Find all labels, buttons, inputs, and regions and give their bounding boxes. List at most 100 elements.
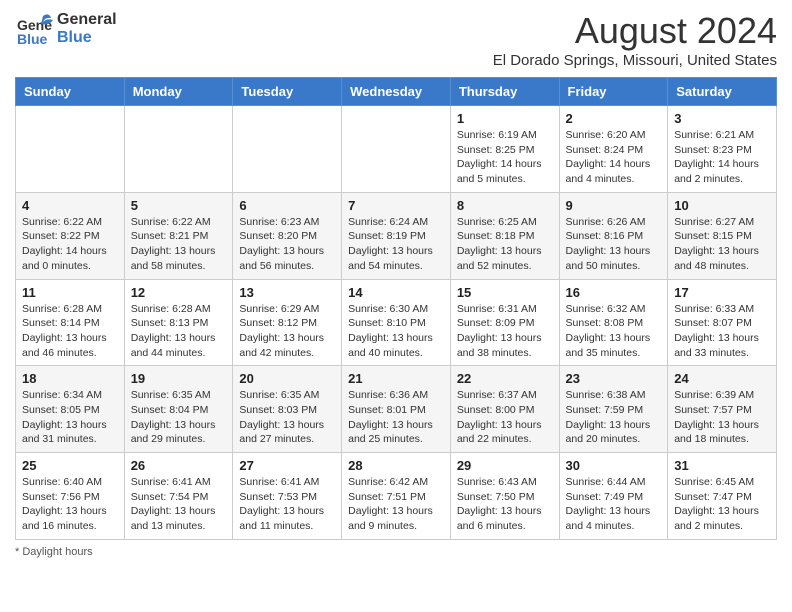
calendar-cell: 25Sunrise: 6:40 AM Sunset: 7:56 PM Dayli…	[16, 453, 125, 540]
day-number: 10	[674, 198, 770, 213]
header: General Blue General Blue August 2024 El…	[15, 10, 777, 69]
calendar-cell: 20 Sunrise: 6:35 AM Sunset: 8:03 PM Dayli…	[233, 366, 342, 453]
calendar-cell	[342, 106, 451, 193]
day-info: Sunrise: 6:45 AM Sunset: 7:47 PM Dayligh…	[674, 475, 770, 534]
calendar-cell: 3 Sunrise: 6:21 AM Sunset: 8:23 PM Daylig…	[668, 106, 777, 193]
calendar-cell: 23 Sunrise: 6:38 AM Sunset: 7:59 PM Dayli…	[559, 366, 668, 453]
day-info: Sunrise: 6:28 AM Sunset: 8:14 PM Dayligh…	[22, 302, 118, 361]
day-info: Sunrise: 6:21 AM Sunset: 8:23 PM Dayligh…	[674, 128, 770, 187]
weekday-header-friday: Friday	[559, 78, 668, 106]
calendar-cell: 16Sunrise: 6:32 AM Sunset: 8:08 PM Dayli…	[559, 279, 668, 366]
calendar-cell: 22 Sunrise: 6:37 AM Sunset: 8:00 PM Dayli…	[450, 366, 559, 453]
calendar-cell: 17Sunrise: 6:33 AM Sunset: 8:07 PM Dayli…	[668, 279, 777, 366]
day-info: Sunrise: 6:33 AM Sunset: 8:07 PM Dayligh…	[674, 302, 770, 361]
day-number: 21	[348, 371, 444, 386]
calendar-cell: 4 Sunrise: 6:22 AM Sunset: 8:22 PM Daylig…	[16, 192, 125, 279]
calendar-cell: 30 Sunrise: 6:44 AM Sunset: 7:49 PM Dayli…	[559, 453, 668, 540]
weekday-header-saturday: Saturday	[668, 78, 777, 106]
calendar-week-row: 18Sunrise: 6:34 AM Sunset: 8:05 PM Dayli…	[16, 366, 777, 453]
day-info: Sunrise: 6:37 AM Sunset: 8:00 PM Dayligh…	[457, 388, 553, 447]
calendar-table: SundayMondayTuesdayWednesdayThursdayFrid…	[15, 77, 777, 540]
day-info: Sunrise: 6:42 AM Sunset: 7:51 PM Dayligh…	[348, 475, 444, 534]
day-info: Sunrise: 6:20 AM Sunset: 8:24 PM Dayligh…	[566, 128, 662, 187]
logo-icon: General Blue	[15, 10, 53, 48]
day-number: 2	[566, 111, 662, 126]
day-number: 23	[566, 371, 662, 386]
calendar-week-row: 11 Sunrise: 6:28 AM Sunset: 8:14 PM Dayli…	[16, 279, 777, 366]
day-number: 9	[566, 198, 662, 213]
day-number: 26	[131, 458, 227, 473]
day-info: Sunrise: 6:44 AM Sunset: 7:49 PM Dayligh…	[566, 475, 662, 534]
title-area: August 2024 El Dorado Springs, Missouri,…	[493, 10, 777, 69]
day-number: 31	[674, 458, 770, 473]
calendar-cell: 19 Sunrise: 6:35 AM Sunset: 8:04 PM Dayli…	[124, 366, 233, 453]
day-number: 19	[131, 371, 227, 386]
day-number: 22	[457, 371, 553, 386]
day-info: Sunrise: 6:25 AM Sunset: 8:18 PM Dayligh…	[457, 215, 553, 274]
calendar-cell: 11 Sunrise: 6:28 AM Sunset: 8:14 PM Dayli…	[16, 279, 125, 366]
day-number: 7	[348, 198, 444, 213]
day-info: Sunrise: 6:24 AM Sunset: 8:19 PM Dayligh…	[348, 215, 444, 274]
day-info: Sunrise: 6:38 AM Sunset: 7:59 PM Dayligh…	[566, 388, 662, 447]
calendar-cell: 15Sunrise: 6:31 AM Sunset: 8:09 PM Dayli…	[450, 279, 559, 366]
logo-text: General Blue	[57, 11, 117, 46]
calendar-week-row: 4 Sunrise: 6:22 AM Sunset: 8:22 PM Daylig…	[16, 192, 777, 279]
day-number: 3	[674, 111, 770, 126]
day-number: 4	[22, 198, 118, 213]
calendar-cell: 28 Sunrise: 6:42 AM Sunset: 7:51 PM Dayli…	[342, 453, 451, 540]
day-info: Sunrise: 6:32 AM Sunset: 8:08 PM Dayligh…	[566, 302, 662, 361]
day-number: 24	[674, 371, 770, 386]
svg-text:Blue: Blue	[17, 31, 48, 47]
calendar-cell	[16, 106, 125, 193]
calendar-cell: 29 Sunrise: 6:43 AM Sunset: 7:50 PM Dayli…	[450, 453, 559, 540]
day-number: 1	[457, 111, 553, 126]
day-info: Sunrise: 6:41 AM Sunset: 7:54 PM Dayligh…	[131, 475, 227, 534]
page-title: August 2024	[493, 10, 777, 52]
calendar-week-row: 1Sunrise: 6:19 AM Sunset: 8:25 PM Daylig…	[16, 106, 777, 193]
day-info: Sunrise: 6:28 AM Sunset: 8:13 PM Dayligh…	[131, 302, 227, 361]
weekday-header-sunday: Sunday	[16, 78, 125, 106]
calendar-cell: 27Sunrise: 6:41 AM Sunset: 7:53 PM Dayli…	[233, 453, 342, 540]
calendar-cell: 5Sunrise: 6:22 AM Sunset: 8:21 PM Daylig…	[124, 192, 233, 279]
day-info: Sunrise: 6:35 AM Sunset: 8:04 PM Dayligh…	[131, 388, 227, 447]
day-number: 11	[22, 285, 118, 300]
weekday-header-thursday: Thursday	[450, 78, 559, 106]
page-subtitle: El Dorado Springs, Missouri, United Stat…	[493, 52, 777, 69]
day-number: 30	[566, 458, 662, 473]
weekday-header-monday: Monday	[124, 78, 233, 106]
day-info: Sunrise: 6:23 AM Sunset: 8:20 PM Dayligh…	[239, 215, 335, 274]
day-info: Sunrise: 6:43 AM Sunset: 7:50 PM Dayligh…	[457, 475, 553, 534]
calendar-cell: 18Sunrise: 6:34 AM Sunset: 8:05 PM Dayli…	[16, 366, 125, 453]
calendar-cell: 1Sunrise: 6:19 AM Sunset: 8:25 PM Daylig…	[450, 106, 559, 193]
calendar-cell: 9 Sunrise: 6:26 AM Sunset: 8:16 PM Daylig…	[559, 192, 668, 279]
calendar-cell: 12 Sunrise: 6:28 AM Sunset: 8:13 PM Dayli…	[124, 279, 233, 366]
day-number: 13	[239, 285, 335, 300]
day-info: Sunrise: 6:34 AM Sunset: 8:05 PM Dayligh…	[22, 388, 118, 447]
calendar-cell: 26 Sunrise: 6:41 AM Sunset: 7:54 PM Dayli…	[124, 453, 233, 540]
day-number: 28	[348, 458, 444, 473]
calendar-cell: 21Sunrise: 6:36 AM Sunset: 8:01 PM Dayli…	[342, 366, 451, 453]
logo-blue: Blue	[57, 29, 117, 47]
day-number: 27	[239, 458, 335, 473]
day-info: Sunrise: 6:22 AM Sunset: 8:22 PM Dayligh…	[22, 215, 118, 274]
day-number: 12	[131, 285, 227, 300]
day-number: 5	[131, 198, 227, 213]
day-info: Sunrise: 6:27 AM Sunset: 8:15 PM Dayligh…	[674, 215, 770, 274]
calendar-cell: 13 Sunrise: 6:29 AM Sunset: 8:12 PM Dayli…	[233, 279, 342, 366]
day-number: 20	[239, 371, 335, 386]
calendar-cell: 2 Sunrise: 6:20 AM Sunset: 8:24 PM Daylig…	[559, 106, 668, 193]
day-number: 15	[457, 285, 553, 300]
logo-general: General	[57, 11, 117, 29]
day-number: 29	[457, 458, 553, 473]
footer-note: * Daylight hours	[15, 546, 777, 558]
calendar-header-row: SundayMondayTuesdayWednesdayThursdayFrid…	[16, 78, 777, 106]
day-info: Sunrise: 6:35 AM Sunset: 8:03 PM Dayligh…	[239, 388, 335, 447]
day-info: Sunrise: 6:30 AM Sunset: 8:10 PM Dayligh…	[348, 302, 444, 361]
calendar-cell: 31 Sunrise: 6:45 AM Sunset: 7:47 PM Dayli…	[668, 453, 777, 540]
day-info: Sunrise: 6:29 AM Sunset: 8:12 PM Dayligh…	[239, 302, 335, 361]
day-number: 14	[348, 285, 444, 300]
calendar-cell: 6Sunrise: 6:23 AM Sunset: 8:20 PM Daylig…	[233, 192, 342, 279]
day-info: Sunrise: 6:26 AM Sunset: 8:16 PM Dayligh…	[566, 215, 662, 274]
footer-text: Daylight hours	[22, 546, 92, 558]
calendar-cell	[233, 106, 342, 193]
